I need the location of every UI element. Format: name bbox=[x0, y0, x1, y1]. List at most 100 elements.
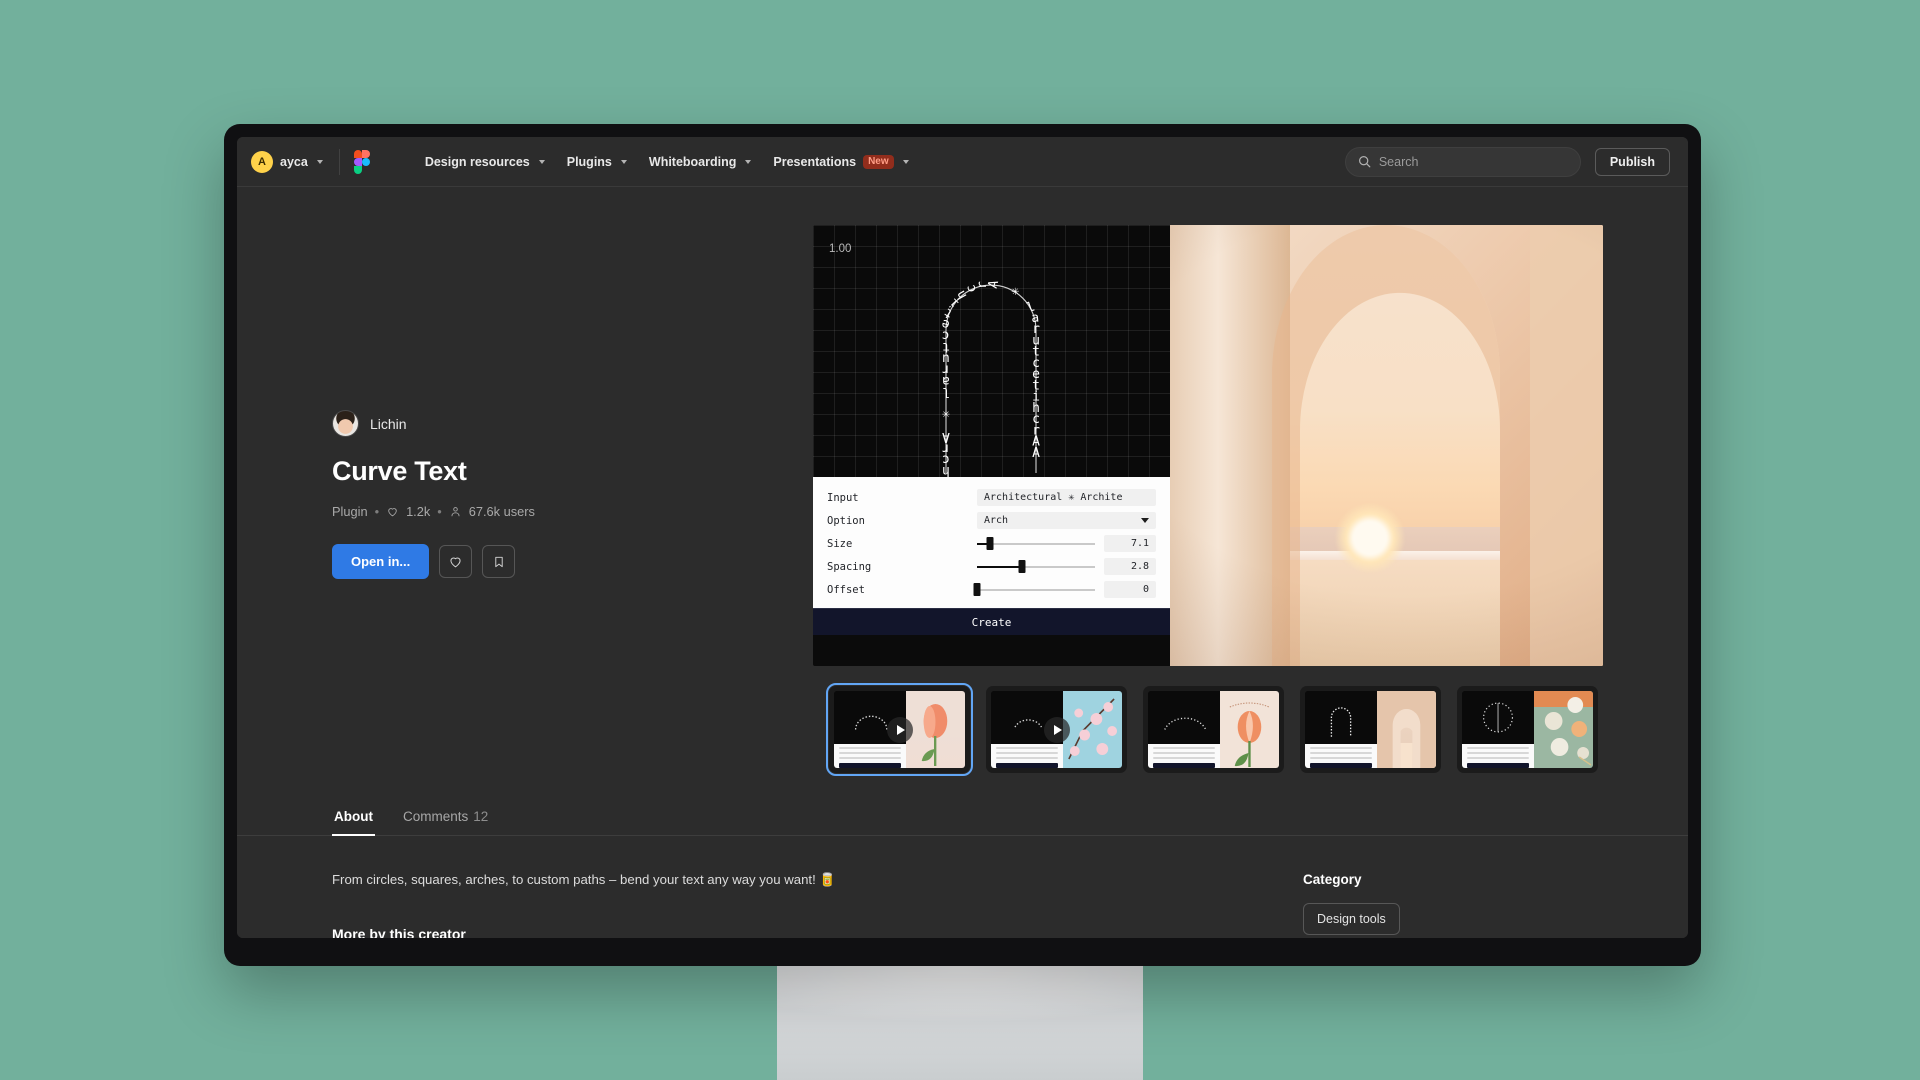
figma-logo-icon[interactable] bbox=[353, 149, 370, 174]
avatar: A bbox=[251, 150, 273, 173]
top-navigation-bar: A ayca Design resources Plugins Whiteboa… bbox=[237, 137, 1688, 187]
description-text: From circles, squares, arches, to custom… bbox=[332, 872, 836, 887]
play-icon bbox=[1043, 716, 1070, 743]
search-placeholder: Search bbox=[1378, 154, 1419, 169]
control-row-offset: Offset 0 bbox=[827, 578, 1156, 601]
chevron-down-icon bbox=[620, 159, 627, 164]
chevron-down-icon bbox=[745, 159, 752, 164]
control-label: Size bbox=[827, 537, 853, 550]
thumbnail-2[interactable] bbox=[986, 686, 1127, 773]
nav-item-design-resources[interactable]: Design resources bbox=[416, 148, 554, 176]
nav-label: Design resources bbox=[424, 154, 530, 169]
category-heading: Category bbox=[1303, 872, 1362, 887]
create-button[interactable]: Create bbox=[813, 608, 1170, 635]
preview-photograph bbox=[1170, 225, 1603, 666]
status-badge-new: New bbox=[863, 154, 894, 169]
nav-item-plugins[interactable]: Plugins bbox=[558, 148, 636, 176]
control-label: Offset bbox=[827, 583, 865, 596]
tab-about[interactable]: About bbox=[332, 801, 375, 836]
desktop-scene: A ayca Design resources Plugins Whiteboa… bbox=[0, 0, 1920, 1080]
tab-label: About bbox=[334, 809, 373, 824]
open-in-button[interactable]: Open in... bbox=[332, 544, 430, 579]
slider-thumb[interactable] bbox=[1018, 560, 1026, 573]
creator-avatar bbox=[332, 410, 359, 437]
input-text-field[interactable]: Architectural ✳ Archite bbox=[977, 489, 1156, 506]
preview-stage: 1.00 A Ar c h i t e c t u r a l ✳ Ar c h i t e c t u r a l ✳ Ar c h I… bbox=[813, 225, 1603, 776]
thumbnail-5[interactable] bbox=[1457, 686, 1598, 773]
control-row-input: Input Architectural ✳ Archite bbox=[827, 486, 1156, 509]
control-label: Option bbox=[827, 514, 865, 527]
publish-button[interactable]: Publish bbox=[1594, 147, 1670, 176]
svg-text:l: l bbox=[1025, 299, 1037, 316]
svg-text:h: h bbox=[942, 463, 950, 477]
search-input[interactable]: Search bbox=[1344, 146, 1581, 177]
save-bookmark-button[interactable] bbox=[482, 545, 516, 578]
page-title: Curve Text bbox=[332, 456, 467, 486]
monitor-stand bbox=[777, 955, 1143, 1080]
resource-info-column: Lichin Curve Text Plugin • 1.2k • 67.6k … bbox=[237, 225, 797, 773]
thumbnail-strip bbox=[826, 683, 1603, 776]
user-count: 67.6k users bbox=[468, 504, 535, 519]
offset-value: 0 bbox=[1104, 581, 1156, 598]
svg-text:✳: ✳ bbox=[942, 407, 950, 422]
thumbnail-3[interactable] bbox=[1143, 686, 1284, 773]
tab-comments[interactable]: Comments 12 bbox=[401, 801, 490, 835]
control-label: Input bbox=[827, 491, 859, 504]
control-label: Spacing bbox=[827, 560, 872, 573]
plugin-controls-panel: Input Architectural ✳ Archite Option Arc… bbox=[813, 477, 1170, 635]
monitor-bezel: A ayca Design resources Plugins Whiteboa… bbox=[224, 124, 1701, 966]
slider-thumb[interactable] bbox=[973, 583, 981, 596]
thumbnail-1[interactable] bbox=[826, 683, 973, 776]
bookmark-icon bbox=[495, 556, 503, 567]
account-name: ayca bbox=[280, 154, 308, 169]
nav-item-presentations[interactable]: Presentations New bbox=[764, 148, 917, 176]
spacing-value: 2.8 bbox=[1104, 558, 1156, 575]
divider bbox=[338, 148, 340, 175]
tab-bar: About Comments 12 bbox=[237, 801, 1688, 836]
creator-name: Lichin bbox=[370, 415, 407, 432]
nav-label: Plugins bbox=[566, 154, 612, 169]
screen: A ayca Design resources Plugins Whiteboa… bbox=[237, 137, 1688, 938]
chevron-down-icon bbox=[1141, 518, 1149, 523]
resource-meta: Plugin • 1.2k • 67.6k users bbox=[332, 504, 797, 519]
heart-icon bbox=[450, 557, 461, 568]
option-select[interactable]: Arch bbox=[977, 512, 1156, 529]
creator-row[interactable]: Lichin bbox=[332, 410, 797, 437]
chevron-down-icon bbox=[538, 159, 545, 164]
spacing-slider[interactable] bbox=[977, 560, 1095, 573]
thumbnail-4[interactable] bbox=[1300, 686, 1441, 773]
size-value: 7.1 bbox=[1104, 535, 1156, 552]
tab-label: Comments bbox=[402, 809, 469, 824]
offset-slider[interactable] bbox=[973, 583, 1095, 596]
sidebar-metadata: Category Design tools bbox=[1263, 872, 1593, 938]
nav-label: Presentations bbox=[773, 154, 857, 169]
nav-right-group: Search Publish bbox=[1344, 146, 1670, 177]
hero-section: Lichin Curve Text Plugin • 1.2k • 67.6k … bbox=[237, 187, 1688, 776]
control-row-option: Option Arch bbox=[827, 509, 1156, 532]
play-icon bbox=[886, 716, 913, 743]
page-content: Lichin Curve Text Plugin • 1.2k • 67.6k … bbox=[237, 187, 1688, 938]
plugin-canvas: 1.00 A Ar c h i t e c t u r a l ✳ Ar c h i t e c t u r a l ✳ Ar c h bbox=[813, 225, 1170, 477]
preview-media[interactable]: 1.00 A Ar c h i t e c t u r a l ✳ Ar c h i t e c t u r a l ✳ Ar c h I… bbox=[813, 225, 1603, 666]
like-count: 1.2k bbox=[406, 504, 431, 519]
size-slider[interactable] bbox=[977, 537, 1095, 550]
option-select-value: Arch bbox=[984, 515, 1009, 526]
about-section: From circles, squares, arches, to custom… bbox=[237, 836, 1688, 938]
control-row-size: Size 7.1 bbox=[827, 532, 1156, 555]
category-chip-design-tools[interactable]: Design tools bbox=[1303, 903, 1400, 935]
chevron-down-icon bbox=[902, 159, 909, 164]
like-button[interactable] bbox=[439, 545, 473, 578]
comment-count: 12 bbox=[473, 809, 489, 824]
nav-item-whiteboarding[interactable]: Whiteboarding bbox=[640, 148, 761, 176]
action-buttons: Open in... bbox=[332, 544, 797, 579]
curved-text-preview: AArchitectural✳Architectural✳Arch bbox=[940, 279, 1041, 477]
control-row-spacing: Spacing 2.8 bbox=[827, 555, 1156, 578]
account-menu[interactable]: A ayca bbox=[247, 147, 331, 177]
slider-thumb[interactable] bbox=[986, 537, 994, 550]
person-icon bbox=[451, 507, 460, 517]
svg-text:l: l bbox=[942, 384, 950, 399]
plugin-window-mock: 1.00 A Ar c h i t e c t u r a l ✳ Ar c h i t e c t u r a l ✳ Ar c h I… bbox=[813, 225, 1170, 666]
chevron-down-icon bbox=[316, 159, 323, 164]
meta-separator: • bbox=[437, 504, 442, 519]
meta-separator: • bbox=[374, 504, 380, 519]
